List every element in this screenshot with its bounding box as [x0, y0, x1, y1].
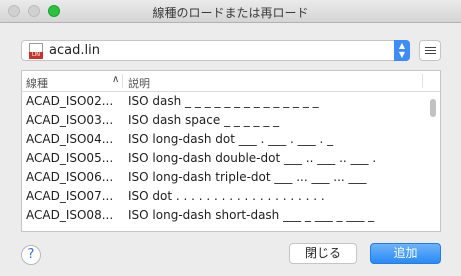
menu-line-icon	[425, 47, 436, 48]
linetype-name: ACAD_ISO04...	[26, 132, 114, 146]
linetype-name: ACAD_ISO06...	[26, 170, 114, 184]
table-row[interactable]: ACAD_ISO02... ISO dash _ _ _ _ _ _ _ _ _ …	[22, 92, 426, 111]
file-selector-value: acad.lin	[49, 43, 100, 58]
linetype-description: ISO dash space _ _ _ _ _ _	[128, 113, 280, 127]
linetype-description: ISO long-dash dot ___ . ___ . ___ . _	[128, 132, 334, 146]
linetype-description: ISO dash _ _ _ _ _ _ _ _ _ _ _ _ _ _	[128, 94, 319, 108]
chevron-updown-icon[interactable]: ▲ ▼	[394, 40, 410, 61]
linetype-name: ACAD_ISO05...	[26, 151, 114, 165]
column-header-name[interactable]: 線種	[26, 75, 120, 91]
table-body: ACAD_ISO02... ISO dash _ _ _ _ _ _ _ _ _ …	[22, 92, 426, 225]
file-selector[interactable]: LIN acad.lin ▲ ▼	[21, 40, 410, 61]
linetype-description: ISO long-dash triple-dot ___ ... ___ ...…	[128, 170, 367, 184]
linetype-description: ISO long-dash double-dot ___ .. ___ .. _…	[128, 151, 377, 165]
column-divider[interactable]	[122, 74, 123, 88]
lin-file-icon: LIN	[29, 43, 43, 59]
sort-ascending-icon: ∧	[112, 74, 120, 85]
list-menu-button[interactable]	[419, 40, 441, 61]
help-button[interactable]: ?	[21, 245, 41, 265]
table-row[interactable]: ACAD_ISO04... ISO long-dash dot ___ . ___…	[22, 130, 426, 149]
table-row[interactable]: ACAD_ISO03... ISO dash space _ _ _ _ _ _	[22, 111, 426, 130]
column-divider[interactable]	[422, 74, 423, 88]
title-bar: 線種のロードまたは再ロード	[0, 0, 461, 23]
table-row[interactable]: ACAD_ISO07... ISO dot . . . . . . . . . .…	[22, 187, 426, 206]
menu-line-icon	[425, 53, 436, 54]
linetype-name: ACAD_ISO07...	[26, 189, 114, 203]
linetype-name: ACAD_ISO03...	[26, 113, 114, 127]
linetype-name: ACAD_ISO08...	[26, 208, 114, 222]
linetype-name: ACAD_ISO02...	[26, 94, 114, 108]
close-button[interactable]: 閉じる	[289, 243, 357, 264]
vertical-scrollbar[interactable]	[430, 99, 436, 117]
menu-line-icon	[425, 50, 436, 51]
window-title: 線種のロードまたは再ロード	[152, 6, 309, 20]
add-button[interactable]: 追加	[370, 243, 441, 264]
table-row[interactable]: ACAD_ISO08... ISO long-dash short-dash __…	[22, 206, 426, 225]
load-linetype-dialog: 線種のロードまたは再ロード LIN acad.lin ▲ ▼ 線種 ∧ 説明 AC…	[0, 0, 461, 276]
column-header-description[interactable]: 説明	[128, 75, 150, 91]
linetype-description: ISO dot . . . . . . . . . . . . . . . . …	[128, 189, 325, 203]
table-row[interactable]: ACAD_ISO06... ISO long-dash triple-dot __…	[22, 168, 426, 187]
linetype-table: 線種 ∧ 説明 ACAD_ISO02... ISO dash _ _ _ _ _ …	[21, 70, 441, 232]
table-header: 線種 ∧ 説明	[22, 71, 440, 92]
linetype-description: ISO long-dash short-dash ___ _ ___ _ ___…	[128, 208, 375, 222]
file-icon-tag: LIN	[29, 52, 43, 59]
table-row[interactable]: ACAD_ISO05... ISO long-dash double-dot __…	[22, 149, 426, 168]
